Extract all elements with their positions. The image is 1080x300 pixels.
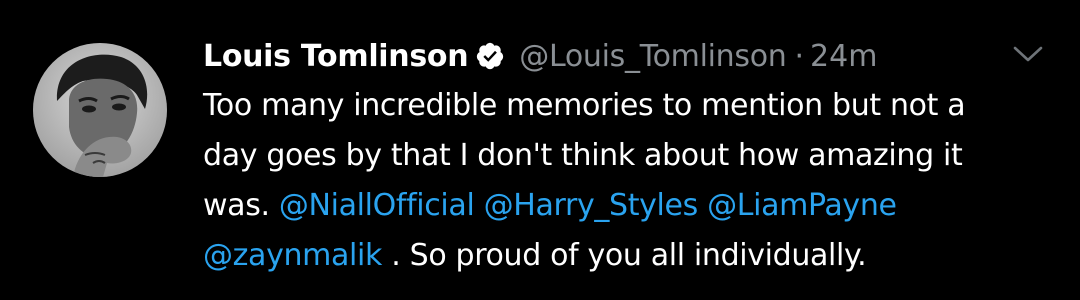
avatar[interactable] (33, 43, 167, 177)
tweet-header: Louis Tomlinson @Louis_Tomlinson · 24m (203, 33, 1043, 79)
profile-photo (33, 43, 167, 177)
timestamp[interactable]: 24m (810, 39, 877, 74)
tweet-text-fragment: was. (203, 188, 279, 223)
mention-link-liampayne[interactable]: @LiamPayne (707, 188, 897, 223)
verified-badge-icon (475, 41, 505, 71)
tweet-text-line-4: @zaynmalik . So proud of you all individ… (203, 231, 1043, 281)
tweet-text-line-2: day goes by that I don't think about how… (203, 138, 963, 173)
tweet-content: Louis Tomlinson @Louis_Tomlinson · 24m T… (203, 33, 1043, 281)
tweet-text-line-1: Too many incredible memories to mention … (203, 88, 966, 123)
mention-link-niallofficial[interactable]: @NiallOfficial (279, 188, 475, 223)
mention-link-zaynmalik[interactable]: @zaynmalik (203, 238, 382, 273)
tweet-text: Too many incredible memories to mention … (203, 81, 1043, 281)
display-name[interactable]: Louis Tomlinson (203, 39, 469, 74)
chevron-down-icon[interactable] (1011, 42, 1045, 66)
mention-link-harry-styles[interactable]: @Harry_Styles (484, 188, 699, 223)
handle[interactable]: @Louis_Tomlinson (519, 39, 787, 74)
tweet-card[interactable]: Louis Tomlinson @Louis_Tomlinson · 24m T… (0, 0, 1080, 300)
separator-dot: · (794, 38, 805, 74)
tweet-text-line-3: was. @NiallOfficial @Harry_Styles @LiamP… (203, 181, 1043, 231)
tweet-text-fragment: . So proud of you all individually. (382, 238, 867, 273)
